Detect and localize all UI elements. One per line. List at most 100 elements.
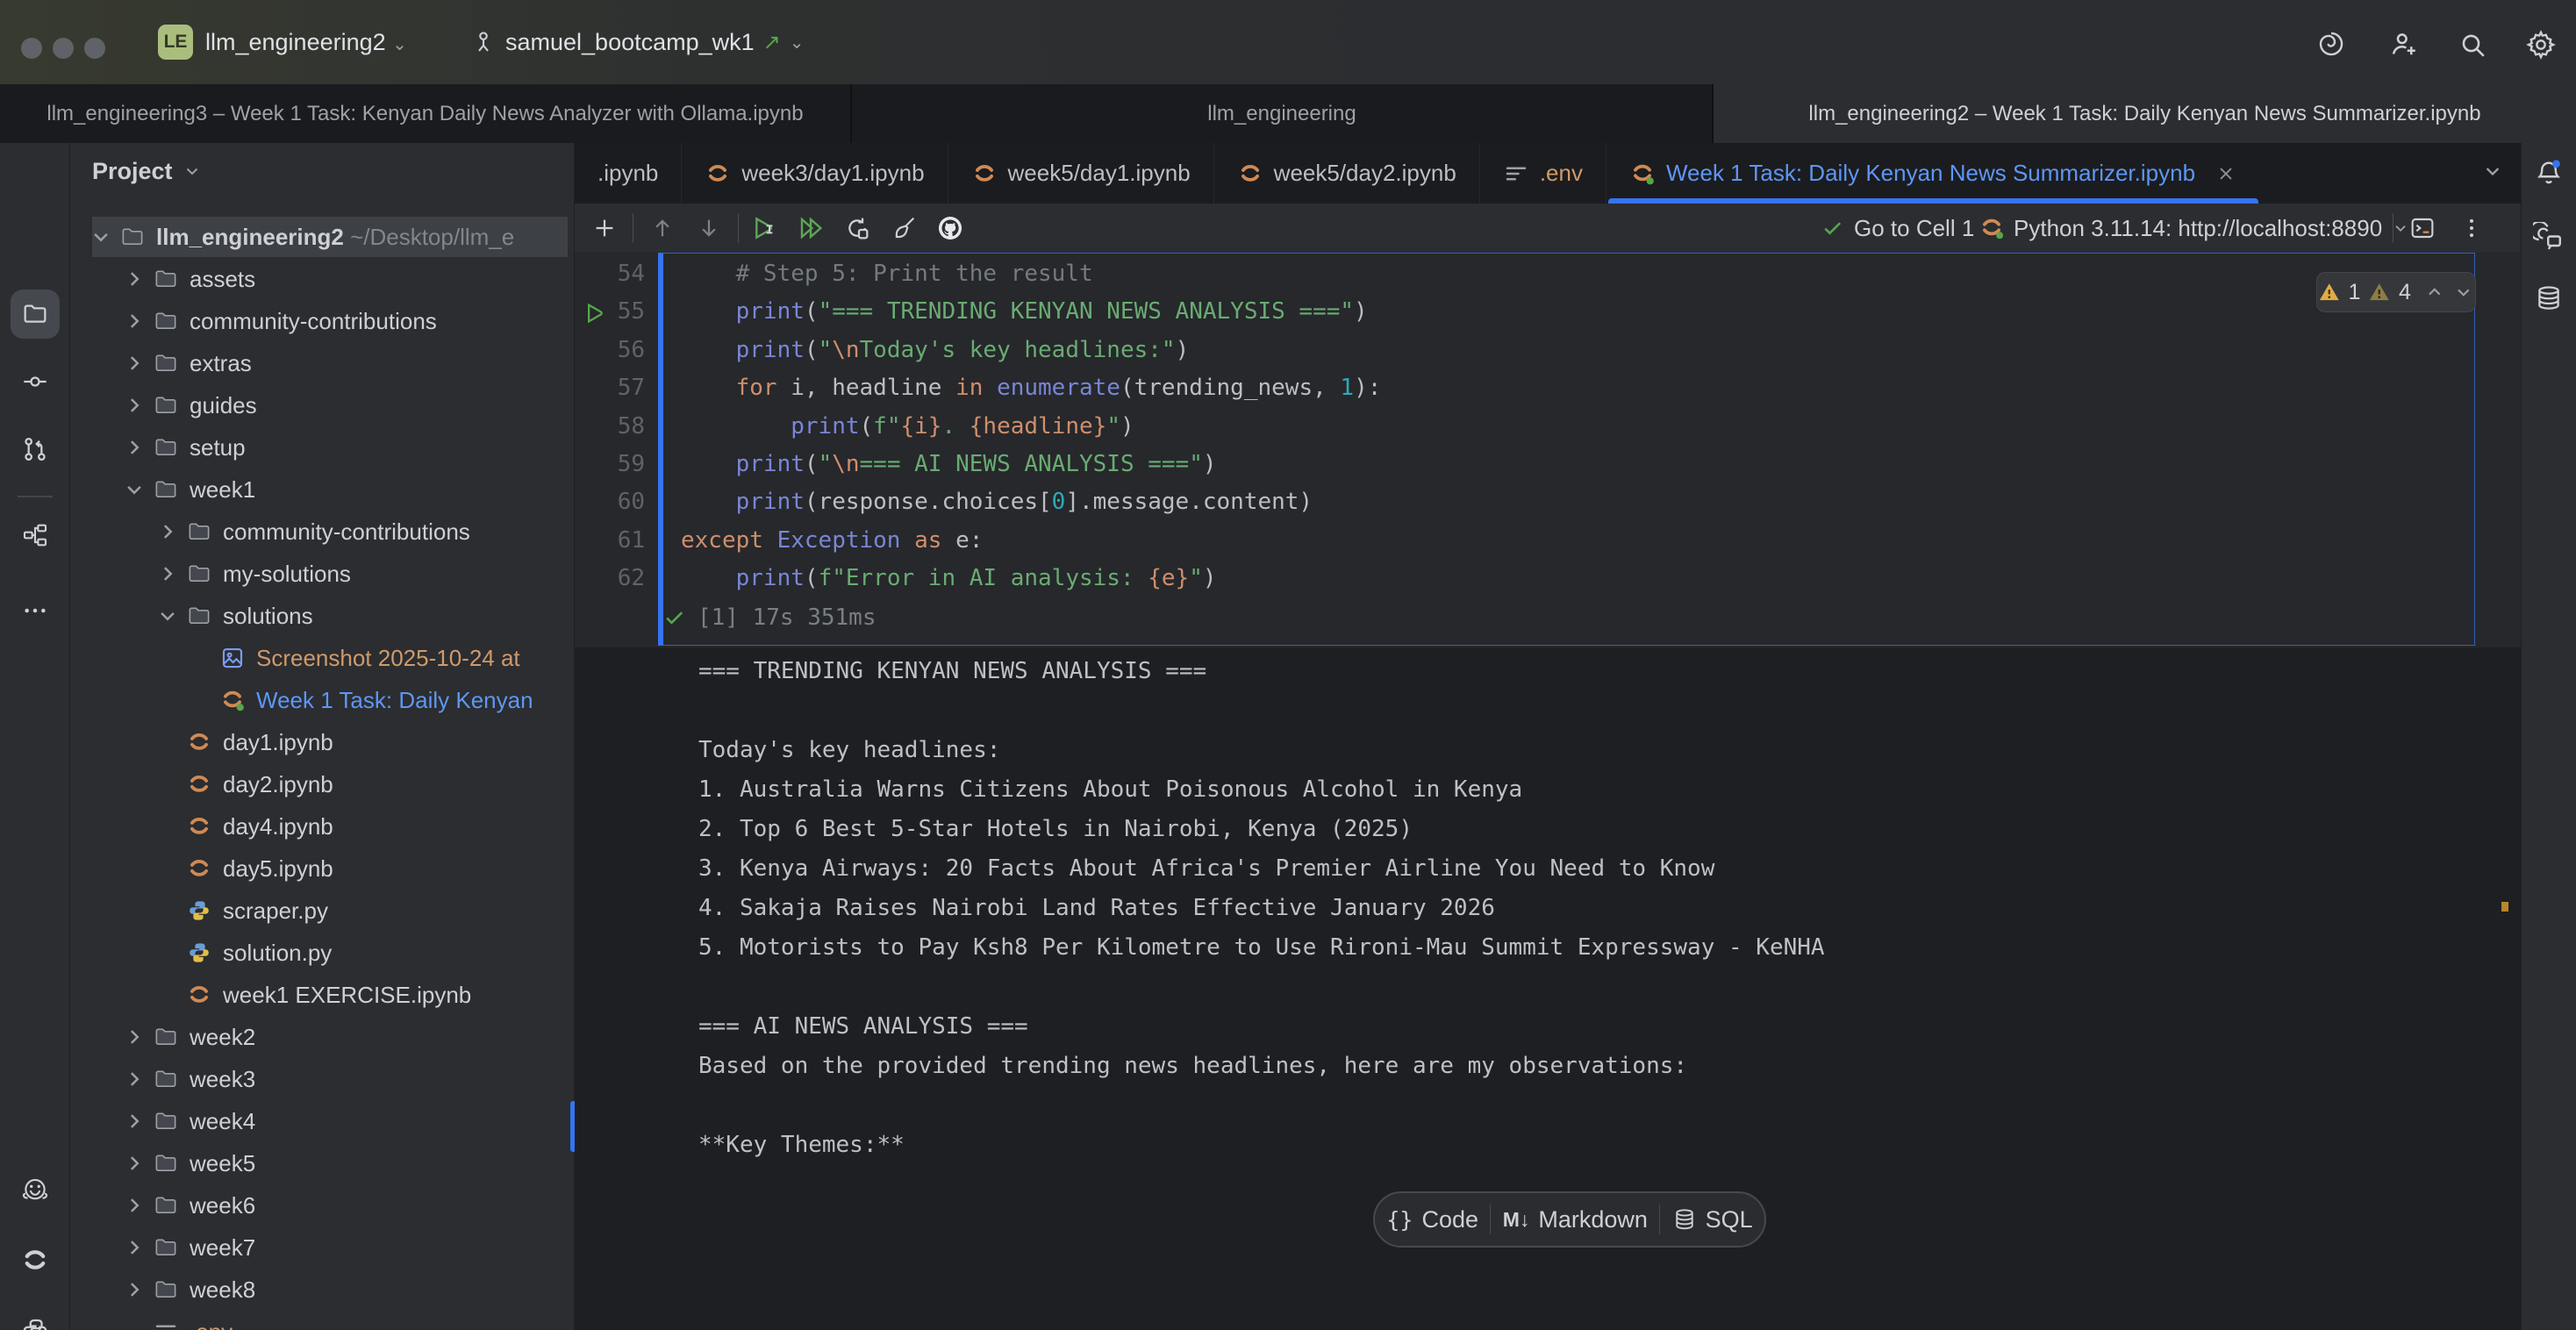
tree-item-day4-ipynb[interactable]: day4.ipynb — [70, 805, 575, 847]
tree-item-solution-py[interactable]: solution.py — [70, 932, 575, 974]
cell-code[interactable]: # Step 5: Print the result print("=== TR… — [681, 255, 1381, 598]
chevron-down-icon[interactable] — [88, 224, 114, 250]
search-icon[interactable] — [2457, 29, 2488, 61]
env-icon — [1503, 161, 1529, 187]
add-markdown-cell-button[interactable]: M↓ Markdown — [1498, 1206, 1653, 1233]
error-stripe-mark[interactable] — [2501, 902, 2508, 912]
window-close-button[interactable] — [21, 38, 42, 59]
tool-more-button[interactable] — [11, 586, 60, 635]
add-cell-button[interactable] — [587, 211, 622, 246]
toolbar-more-button[interactable] — [2454, 211, 2489, 246]
tree-item-my-solutions[interactable]: my-solutions — [70, 553, 575, 595]
chevron-right-icon[interactable] — [121, 1108, 147, 1134]
next-warning-icon[interactable] — [2452, 281, 2475, 304]
ai-assistant-icon[interactable] — [2316, 29, 2346, 59]
window-minimize-button[interactable] — [53, 38, 74, 59]
tree-item-week1-exercise-ipynb[interactable]: week1 EXERCISE.ipynb — [70, 974, 575, 1016]
window-tab-llm-engineering3-week-1-task-kenyan-dail[interactable]: llm_engineering3 – Week 1 Task: Kenyan D… — [0, 84, 852, 143]
tree-item-solutions[interactable]: solutions — [70, 595, 575, 637]
tree-item-llm-engineering2[interactable]: llm_engineering2 ~/Desktop/llm_e — [70, 216, 575, 258]
tree-item-week-1-task-daily-kenyan[interactable]: Week 1 Task: Daily Kenyan — [70, 679, 575, 721]
chevron-down-icon[interactable] — [121, 476, 147, 503]
chevron-down-icon[interactable] — [154, 603, 181, 629]
chevron-right-icon[interactable] — [154, 561, 181, 587]
tab-week3-day1-ipynb[interactable]: week3/day1.ipynb — [682, 143, 948, 204]
tree-item-day1-ipynb[interactable]: day1.ipynb — [70, 721, 575, 763]
hidden-tabs-chevron[interactable] — [2465, 159, 2521, 188]
add-sql-cell-button[interactable]: SQL — [1667, 1206, 1758, 1233]
tool-structure-button[interactable] — [11, 511, 60, 560]
tree-item-week4[interactable]: week4 — [70, 1100, 575, 1142]
window-zoom-button[interactable] — [84, 38, 105, 59]
chevron-right-icon[interactable] — [121, 392, 147, 418]
add-user-icon[interactable] — [2388, 29, 2420, 61]
close-icon[interactable] — [2215, 162, 2237, 185]
tool-jupyter-button[interactable] — [11, 1235, 60, 1284]
tab-week-1-task-daily-kenyan-news-summarizer-ipynb[interactable]: Week 1 Task: Daily Kenyan News Summarize… — [1606, 143, 2260, 204]
notifications-button[interactable] — [2531, 155, 2566, 190]
tree-item-week1[interactable]: week1 — [70, 468, 575, 511]
tree-item-guides[interactable]: guides — [70, 384, 575, 426]
chevron-right-icon[interactable] — [121, 434, 147, 461]
tree-item-extras[interactable]: extras — [70, 342, 575, 384]
tree-item-week3[interactable]: week3 — [70, 1058, 575, 1100]
github-button[interactable] — [933, 211, 968, 246]
tab-env[interactable]: .env — [1480, 143, 1606, 204]
chevron-right-icon[interactable] — [121, 1024, 147, 1050]
go-to-cell-widget[interactable]: Go to Cell 1 — [1821, 204, 1974, 253]
tree-item-week5[interactable]: week5 — [70, 1142, 575, 1184]
chevron-right-icon[interactable] — [121, 1150, 147, 1176]
run-all-cells-button[interactable] — [793, 211, 828, 246]
tree-item-env[interactable]: .env — [70, 1311, 575, 1330]
chevron-right-icon[interactable] — [121, 1192, 147, 1219]
clear-outputs-button[interactable] — [886, 211, 921, 246]
gear-icon[interactable] — [2525, 29, 2557, 61]
tree-item-day2-ipynb[interactable]: day2.ipynb — [70, 763, 575, 805]
chevron-right-icon[interactable] — [121, 350, 147, 376]
chevron-right-icon[interactable] — [121, 1234, 147, 1261]
open-console-button[interactable] — [2405, 211, 2440, 246]
add-code-cell-button[interactable]: {} Code — [1381, 1206, 1484, 1233]
tree-item-assets[interactable]: assets — [70, 258, 575, 300]
tool-project-button[interactable] — [11, 290, 60, 339]
ai-chat-button[interactable] — [2531, 220, 2566, 255]
chevron-right-icon[interactable] — [121, 1276, 147, 1303]
kernel-selector[interactable]: Python 3.11.14: http://localhost:8890 — [1979, 204, 2410, 253]
window-tab-llm-engineering[interactable]: llm_engineering — [852, 84, 1714, 143]
tree-item-setup[interactable]: setup — [70, 426, 575, 468]
move-cell-down-button[interactable] — [691, 211, 726, 246]
tab-week5-day2-ipynb[interactable]: week5/day2.ipynb — [1214, 143, 1480, 204]
tree-item-week7[interactable]: week7 — [70, 1226, 575, 1269]
database-tool-button[interactable] — [2531, 282, 2566, 317]
tree-item-community-contributions[interactable]: community-contributions — [70, 300, 575, 342]
restart-kernel-button[interactable] — [840, 211, 875, 246]
project-name-menu[interactable]: llm_engineering2 ⌄ — [205, 0, 407, 87]
run-line-icon[interactable] — [582, 300, 608, 326]
tree-item-community-contributions[interactable]: community-contributions — [70, 511, 575, 553]
tree-item-week6[interactable]: week6 — [70, 1184, 575, 1226]
window-tab-llm-engineering2-week-1-task-daily-kenya[interactable]: llm_engineering2 – Week 1 Task: Daily Ke… — [1714, 84, 2576, 143]
project-panel-header[interactable]: Project — [92, 143, 203, 199]
vcs-branch-widget[interactable]: samuel_bootcamp_wk1 ↗ ⌄ — [470, 0, 805, 84]
tree-item-scraper-py[interactable]: scraper.py — [70, 890, 575, 932]
tree-item-day5-ipynb[interactable]: day5.ipynb — [70, 847, 575, 890]
bell-icon — [2534, 158, 2564, 188]
move-cell-up-button[interactable] — [645, 211, 680, 246]
chevron-right-icon[interactable] — [121, 266, 147, 292]
run-cell-button[interactable] — [747, 211, 782, 246]
tool-pull-requests-button[interactable] — [11, 425, 60, 474]
chevron-right-icon[interactable] — [121, 1066, 147, 1092]
tab-ipynb[interactable]: .ipynb — [575, 143, 682, 204]
chevron-right-icon[interactable] — [154, 518, 181, 545]
tab-week5-day1-ipynb[interactable]: week5/day1.ipynb — [948, 143, 1214, 204]
tool-huggingface-button[interactable] — [11, 1166, 60, 1215]
inspections-widget[interactable]: 1 4 — [2316, 272, 2476, 312]
tree-item-screenshot-2025-10-24-at[interactable]: Screenshot 2025-10-24 at — [70, 637, 575, 679]
chevron-right-icon[interactable] — [121, 308, 147, 334]
tool-python-console-button[interactable] — [11, 1306, 60, 1330]
tree-item-week8[interactable]: week8 — [70, 1269, 575, 1311]
commit-icon — [21, 368, 49, 396]
tree-item-week2[interactable]: week2 — [70, 1016, 575, 1058]
tool-commit-button[interactable] — [11, 357, 60, 406]
prev-warning-icon[interactable] — [2423, 281, 2446, 304]
